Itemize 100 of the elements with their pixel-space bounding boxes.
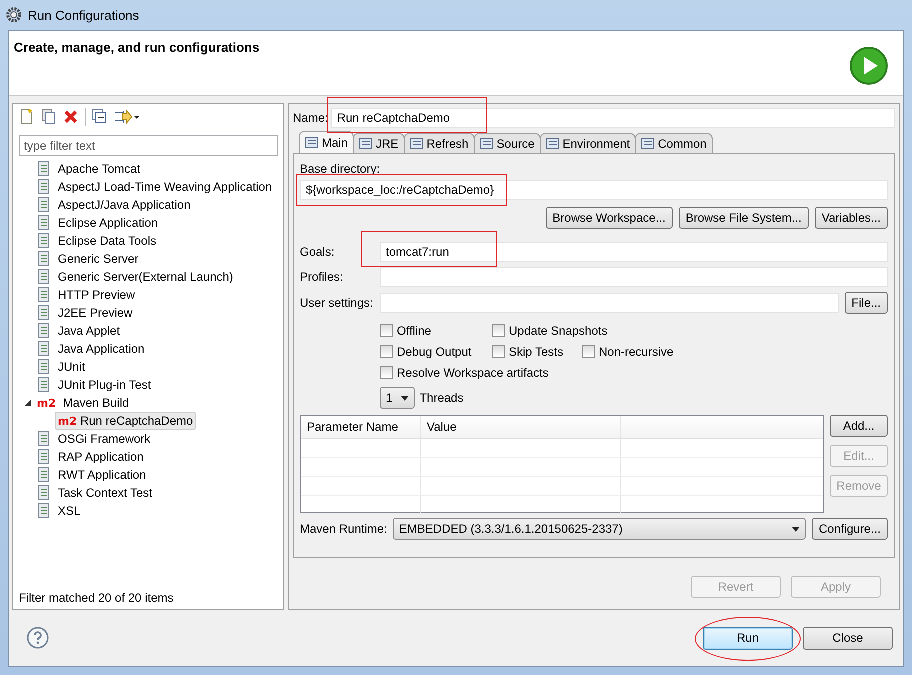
launch-type-icon [37, 251, 51, 267]
window-title: Run Configurations [28, 8, 140, 22]
browse-button[interactable]: Variables... [814, 207, 888, 229]
configure-button[interactable]: Configure... [812, 518, 888, 540]
launch-type-icon [37, 431, 51, 447]
collapse-icon[interactable] [92, 109, 108, 125]
tree-item[interactable]: RWT Application [55, 466, 150, 484]
tree-item[interactable]: HTTP Preview [55, 286, 138, 304]
new-document-icon[interactable] [19, 109, 35, 125]
user-settings-field[interactable] [380, 293, 839, 313]
tree-item[interactable]: RAP Application [55, 448, 147, 466]
tree-item[interactable]: Eclipse Application [55, 214, 162, 232]
table-action-button[interactable]: Add... [830, 415, 888, 437]
gear-icon [6, 7, 22, 23]
tree-item[interactable]: Eclipse Data Tools [55, 232, 160, 250]
maven-runtime-dropdown[interactable]: EMBEDDED (3.3.3/1.6.1.20150625-2337) [393, 518, 806, 540]
caret-icon [400, 396, 409, 400]
filter-status: Filter matched 20 of 20 items [19, 591, 174, 605]
tree-item[interactable]: OSGi Framework [55, 430, 154, 448]
tab[interactable]: Refresh [404, 133, 475, 153]
filter-icon[interactable] [114, 109, 140, 125]
column-header[interactable]: Value [421, 416, 621, 438]
checkbox[interactable] [492, 345, 505, 358]
maven-icon: m2 [37, 396, 56, 410]
maven-runtime-label: Maven Runtime: [300, 522, 388, 536]
launch-type-icon [37, 341, 51, 357]
checkbox-label: Non-recursive [599, 344, 674, 358]
launch-type-icon [37, 233, 51, 249]
launch-type-icon [37, 449, 51, 465]
checkbox[interactable] [582, 345, 595, 358]
checkbox-label: Debug Output [397, 344, 472, 358]
tree-item[interactable]: JUnit [55, 358, 88, 376]
launch-type-icon [37, 161, 51, 177]
launch-type-icon [37, 305, 51, 321]
tree-item[interactable]: Generic Server(External Launch) [55, 268, 236, 286]
base-directory-field[interactable]: ${workspace_loc:/reCaptchaDemo} [300, 180, 888, 200]
tab[interactable]: Source [474, 133, 541, 153]
column-header[interactable]: Parameter Name [301, 416, 421, 438]
tree-item[interactable]: m2 Run reCaptchaDemo [55, 412, 196, 430]
tree-item[interactable]: Java Applet [55, 322, 124, 340]
tree-item[interactable]: Maven Build [60, 394, 132, 412]
launch-type-icon [37, 215, 51, 231]
file-button[interactable]: File... [844, 292, 888, 314]
tab[interactable]: Common [635, 133, 713, 153]
tree-item[interactable]: AspectJ/Java Application [55, 196, 194, 214]
tree-item[interactable]: JUnit Plug-in Test [55, 376, 154, 394]
goals-label: Goals: [300, 245, 336, 259]
base-directory-label: Base directory: [300, 162, 382, 176]
tree-item[interactable]: Generic Server [55, 250, 142, 268]
tree-item[interactable]: Task Context Test [55, 484, 156, 502]
header-title: Create, manage, and run configurations [14, 40, 260, 55]
checkbox[interactable] [492, 324, 505, 337]
checkbox-label: Resolve Workspace artifacts [397, 366, 549, 380]
launch-type-icon [37, 485, 51, 501]
launch-type-icon [37, 359, 51, 375]
tab[interactable]: Main [299, 131, 354, 153]
profiles-label: Profiles: [300, 270, 344, 284]
name-label: Name: [293, 111, 328, 125]
filter-field[interactable]: type filter text [19, 135, 278, 156]
launch-type-icon [37, 503, 51, 519]
tree-item[interactable]: J2EE Preview [55, 304, 136, 322]
expand-arrow-icon[interactable] [23, 399, 33, 407]
tab-icon [305, 136, 319, 150]
dialog-button[interactable]: Run [703, 626, 793, 650]
checkbox-label: Offline [397, 324, 432, 338]
tab-icon [546, 136, 560, 150]
launch-type-icon [37, 323, 51, 339]
dialog-button[interactable]: Close [803, 626, 893, 650]
checkbox-label: Update Snapshots [509, 324, 608, 338]
tab-icon [359, 136, 374, 150]
checkbox-label: Skip Tests [509, 344, 564, 358]
tab-icon [410, 136, 424, 150]
tab-icon [480, 136, 494, 150]
tab[interactable]: Environment [540, 133, 636, 153]
copy-icon[interactable] [41, 109, 57, 125]
tree-item[interactable]: Apache Tomcat [55, 160, 144, 178]
tree-item[interactable]: XSL [55, 502, 84, 520]
goals-field[interactable]: tomcat7:run [380, 242, 888, 262]
launch-type-icon [37, 197, 51, 213]
threads-dropdown[interactable]: 1 [380, 387, 415, 409]
profiles-field[interactable] [380, 267, 888, 287]
name-field[interactable]: Run reCaptchaDemo [331, 108, 895, 128]
checkbox[interactable] [380, 345, 393, 358]
tree-item[interactable]: Java Application [55, 340, 148, 358]
delete-icon[interactable] [63, 109, 79, 125]
launch-type-icon [37, 269, 51, 285]
browse-button[interactable]: Browse Workspace... [546, 207, 673, 229]
browse-button[interactable]: Browse File System... [678, 207, 809, 229]
checkbox[interactable] [380, 366, 393, 379]
launch-type-icon [37, 287, 51, 303]
tree-item[interactable]: AspectJ Load-Time Weaving Application [55, 178, 276, 196]
tab-icon [641, 136, 656, 150]
tab[interactable]: JRE [353, 133, 405, 153]
checkbox[interactable] [380, 324, 393, 337]
launch-type-icon [37, 179, 51, 195]
user-settings-label: User settings: [300, 296, 374, 310]
launch-type-icon [37, 467, 51, 483]
help-icon[interactable] [27, 627, 49, 649]
threads-label: Threads [420, 391, 464, 405]
caret-icon [792, 526, 800, 532]
